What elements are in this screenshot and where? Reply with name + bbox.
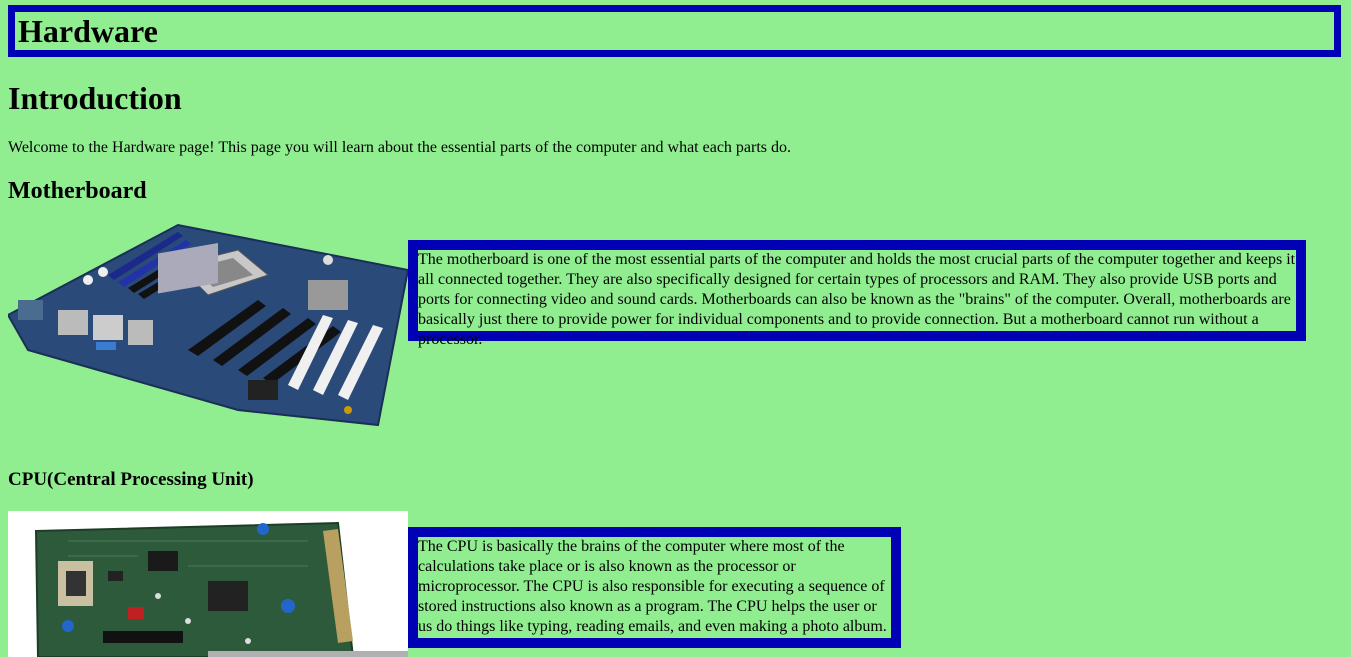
cpu-heading: CPU(Central Processing Unit): [8, 469, 254, 490]
intro-text: Welcome to the Hardware page! This page …: [8, 139, 792, 156]
motherboard-description-box: The motherboard is one of the most essen…: [408, 240, 1306, 348]
motherboard-image: [6, 220, 410, 430]
cpu-description-box: The CPU is basically the brains of the c…: [408, 527, 901, 648]
intro-heading: Introduction: [8, 80, 182, 116]
page-header: Hardware: [8, 5, 1341, 57]
motherboard-heading: Motherboard: [8, 178, 147, 204]
cpu-description: The CPU is basically the brains of the c…: [418, 538, 887, 635]
motherboard-description: The motherboard is one of the most essen…: [418, 251, 1296, 348]
circuit-board-image: [8, 511, 408, 657]
page-title: Hardware: [18, 13, 158, 49]
